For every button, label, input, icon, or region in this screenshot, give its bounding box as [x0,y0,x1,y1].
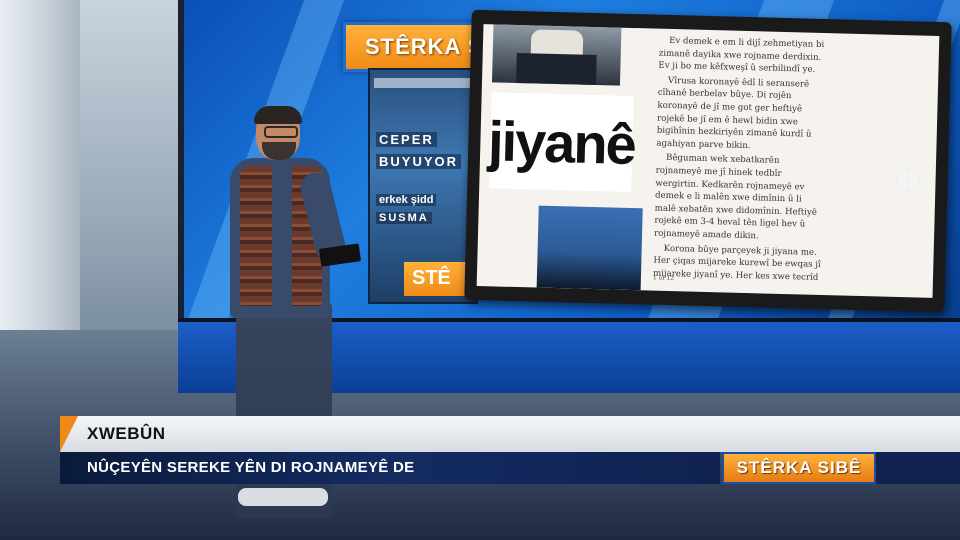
tablet-screen: jiyanê Ev demek e em li dijî zehmetiyan … [476,24,940,298]
lower-third-accent [60,416,78,452]
lower-third-fill [876,452,960,484]
presenter-shoes [238,488,328,506]
article-photo-bottom [536,205,643,291]
thumbnail-word: BUYUYOR [376,154,462,169]
presenter-pants [236,302,332,518]
thumbnail-word: SUSMA [376,212,432,224]
presenter-glasses [264,126,298,138]
presenter-hair [254,106,302,124]
page-indicator: 1 of 12 [652,274,675,283]
presenter-vest-left [240,166,272,306]
article-paragraph: Korona bûye parçeyek ji jiyana me. Her ç… [652,243,821,283]
thumbnail-word: erkek şidd [376,194,437,206]
tablet-display: jiyanê Ev demek e em li dijî zehmetiyan … [464,9,952,313]
lower-third-headline-bar: NÛÇEYÊN SEREKE YÊN DI ROJNAMEYÊ DE [60,452,720,484]
article-paragraph: Ev demek e em li dijî zehmetiyan bi zima… [658,35,825,75]
lower-third-headline: NÛÇEYÊN SEREKE YÊN DI ROJNAMEYÊ DE [87,459,415,476]
article-headline: jiyanê [487,108,636,176]
article-headline-box: jiyanê [487,92,636,192]
article-paragraph: Vîrusa koronayê êdî li seranserê cîhanê … [656,75,812,151]
thumbnail-masthead [374,78,472,88]
wall-small-logo-text: STÊ [412,267,451,289]
thumbnail-word: CEPER [376,132,437,147]
lower-third-logo: STÊRKA SIBÊ [722,452,876,484]
lower-third-category-bar: XWEBÛN [60,416,960,452]
lower-third-category: XWEBÛN [87,424,166,443]
photo-suit [515,52,597,86]
lower-third-logo-text: STÊRKA SIBÊ [736,458,862,477]
article-paragraph: Bêguman wek xebatkarên rojnameyê me jî h… [653,153,818,242]
studio-pillar [0,0,80,380]
crosshair-icon [891,163,925,197]
article-text: Ev demek e em li dijî zehmetiyan bi zima… [653,35,829,287]
article-photo-top [491,24,622,86]
